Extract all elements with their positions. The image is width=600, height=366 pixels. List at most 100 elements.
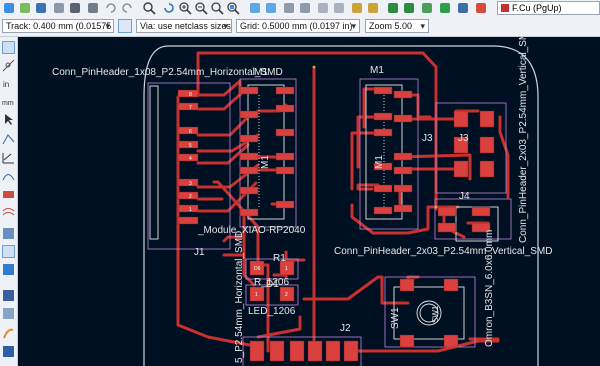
ratsnest-icon[interactable]: [2, 133, 15, 146]
netlist-icon[interactable]: [420, 1, 434, 15]
mirror-v-icon[interactable]: [298, 1, 312, 15]
track-width-select[interactable]: Track: 0.400 mm (0.01575 in): [2, 19, 114, 33]
svg-text:mm: mm: [2, 100, 14, 107]
svg-text:2: 2: [285, 292, 288, 298]
svg-text:3: 3: [189, 181, 192, 187]
board-view[interactable]: 8 7 6 5 4 3 2 1 Conn_PinHeader_1x08_P2.54mm_…: [18, 37, 600, 366]
print-icon[interactable]: [68, 1, 82, 15]
drc-icon[interactable]: [438, 1, 452, 15]
j2-label: J2: [340, 323, 351, 334]
track-sketch-icon[interactable]: [2, 263, 15, 276]
svg-text:4: 4: [189, 156, 192, 162]
j1-label: J1: [194, 247, 205, 258]
zoom-out-icon[interactable]: [194, 1, 208, 15]
svg-text:5: 5: [189, 143, 192, 149]
auto-track-width-icon[interactable]: [118, 19, 132, 33]
rotate-cw-icon[interactable]: [264, 1, 278, 15]
unlock-icon[interactable]: [366, 1, 380, 15]
zoom-selection-icon[interactable]: [226, 1, 240, 15]
j4-label: J4: [459, 191, 470, 202]
grid-select[interactable]: Grid: 0.5000 mm (0.0197 in): [236, 19, 360, 33]
local-ratsnest-icon[interactable]: [2, 151, 15, 164]
layer-select-label: F.Cu (PgUp): [512, 3, 562, 13]
pcb-editor-window: F.Cu (PgUp) Track: 0.400 mm (0.01575 in)…: [0, 0, 600, 366]
m1-right-label: M1: [370, 65, 384, 76]
j3-label: J3: [422, 133, 433, 144]
footprint-browser-icon[interactable]: [402, 1, 416, 15]
zoom-select[interactable]: Zoom 5.00: [365, 19, 429, 33]
svg-text:7: 7: [189, 105, 192, 111]
zoom-fit-icon[interactable]: [210, 1, 224, 15]
zoom-in-icon[interactable]: [178, 1, 192, 15]
svg-text:D6: D6: [254, 266, 261, 272]
reference-labels: Conn_PinHeader_1x08_P2.54mm_Horizontal_S…: [52, 65, 552, 334]
high-contrast-icon[interactable]: [2, 289, 15, 302]
microwave-icon[interactable]: [2, 327, 15, 340]
xiao-label: _Module_XIAO-RP2040: [197, 225, 306, 236]
cursor-icon[interactable]: [2, 113, 15, 126]
lock-icon[interactable]: [350, 1, 364, 15]
svg-text:in: in: [3, 80, 9, 89]
layer-manager-icon[interactable]: [2, 307, 15, 320]
j1-pad-numbers: 8 7 6 5 4 3 2 1: [189, 92, 192, 213]
sw1-pads: [399, 278, 459, 348]
via-size-select[interactable]: Via: use netclass sizes: [136, 19, 232, 33]
conn-2x03-right-label: Conn_PinHeader_2x03_P2.54mm_Vertical_SMD: [518, 37, 529, 243]
via-sketch-icon[interactable]: [2, 245, 15, 258]
layer-select[interactable]: F.Cu (PgUp): [497, 1, 600, 15]
j3b-label: J3: [458, 133, 469, 144]
m1-right-pads: [373, 86, 413, 215]
refresh-icon[interactable]: [162, 1, 176, 15]
led-label: LED_1206: [248, 306, 296, 317]
show-zones-icon[interactable]: [2, 187, 15, 200]
grid-icon[interactable]: [2, 41, 15, 54]
find-icon[interactable]: [142, 1, 156, 15]
group-icon[interactable]: [316, 1, 330, 15]
polar-coords-icon[interactable]: [2, 59, 15, 72]
left-toolbar: in mm: [0, 37, 18, 366]
omron-label: Omron_B3SN_6.0x6.0mm: [484, 230, 495, 347]
zone-outline-icon[interactable]: [2, 205, 15, 218]
svg-text:8: 8: [189, 92, 192, 98]
open-icon[interactable]: [18, 1, 32, 15]
options-toolbar: Track: 0.400 mm (0.01575 in) Via: use ne…: [0, 17, 600, 37]
redo-icon[interactable]: [120, 1, 134, 15]
3d-viewer-icon[interactable]: [456, 1, 470, 15]
j4-pads: [437, 206, 491, 233]
j1-connector-body: [149, 85, 159, 240]
svg-text:2: 2: [189, 194, 192, 200]
traces: [176, 51, 510, 362]
save-icon[interactable]: [34, 1, 48, 15]
conn1-title: Conn_PinHeader_1x08_P2.54mm_Horizontal_S…: [52, 67, 283, 78]
m1-left-label: M1: [254, 67, 268, 78]
j1-pads: [177, 89, 199, 225]
curved-ratsnest-icon[interactable]: [2, 169, 15, 182]
conn-2x03-label: Conn_PinHeader_2x03_P2.54mm_Vertical_SMD: [334, 246, 552, 257]
undo-icon[interactable]: [104, 1, 118, 15]
mirror-h-icon[interactable]: [282, 1, 296, 15]
j2-title-label: 5_P2.54mm_Horizontal_SMD: [234, 231, 245, 363]
sw1b-label: SW1: [431, 305, 440, 323]
ungroup-icon[interactable]: [332, 1, 346, 15]
inches-icon[interactable]: in: [2, 77, 15, 90]
pcb-canvas[interactable]: 8 7 6 5 4 3 2 1 Conn_PinHeader_1x08_P2.54mm_…: [18, 37, 600, 366]
python-icon[interactable]: [2, 345, 15, 358]
svg-text:6: 6: [189, 129, 192, 135]
m1-mid-label: M1: [260, 155, 271, 169]
d1-label: D1: [266, 279, 279, 290]
page-setup-icon[interactable]: [52, 1, 66, 15]
r1-label: R1: [273, 253, 286, 264]
rotate-ccw-icon[interactable]: [248, 1, 262, 15]
layer-color-swatch: [501, 4, 509, 12]
pad-sketch-icon[interactable]: [2, 227, 15, 240]
footprint-editor-icon[interactable]: [386, 1, 400, 15]
new-board-icon[interactable]: [2, 1, 16, 15]
j3-pads: [453, 110, 495, 178]
main-toolbar: F.Cu (PgUp): [0, 0, 600, 18]
layer-pairs-icon[interactable]: [474, 1, 488, 15]
svg-text:1: 1: [189, 207, 192, 213]
svg-text:1: 1: [285, 266, 288, 272]
svg-text:1: 1: [255, 292, 258, 298]
plot-icon[interactable]: [86, 1, 100, 15]
mm-icon[interactable]: mm: [2, 95, 15, 108]
